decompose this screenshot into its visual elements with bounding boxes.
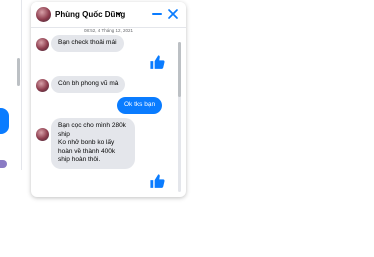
thumbs-up-icon[interactable] [149,54,166,71]
background-chat-panel [0,0,22,170]
chat-scrollbar[interactable] [178,42,181,192]
chat-header[interactable]: Phùng Quốc Dũng [31,2,186,28]
background-avatar [0,160,7,168]
page: Phùng Quốc Dũng 08:52, 4 Tháng 12, 2021 … [0,0,374,257]
sender-avatar[interactable] [36,38,49,51]
message-timestamp: 08:52, 4 Tháng 12, 2021 [84,28,133,33]
background-blue-button[interactable] [0,108,9,134]
incoming-message[interactable]: Còn bh phong vũ mà [51,76,126,93]
background-scrollbar[interactable] [17,58,20,86]
thumbs-up-icon[interactable] [149,173,166,190]
minimize-icon[interactable] [151,5,163,23]
chat-window: Phùng Quốc Dũng 08:52, 4 Tháng 12, 2021 … [31,2,186,197]
close-icon[interactable] [166,5,180,23]
outgoing-message[interactable]: Ok tks bạn [117,97,163,114]
contact-avatar[interactable] [36,7,51,22]
sender-avatar[interactable] [36,79,49,92]
sender-avatar[interactable] [36,128,49,141]
incoming-message[interactable]: Bạn cọc cho mình 280k ship Ko nhở bonb k… [51,118,135,169]
chevron-down-icon[interactable] [115,10,122,19]
chat-scroll-thumb[interactable] [178,42,181,97]
incoming-message[interactable]: Bạn check thoải mái [51,35,124,52]
